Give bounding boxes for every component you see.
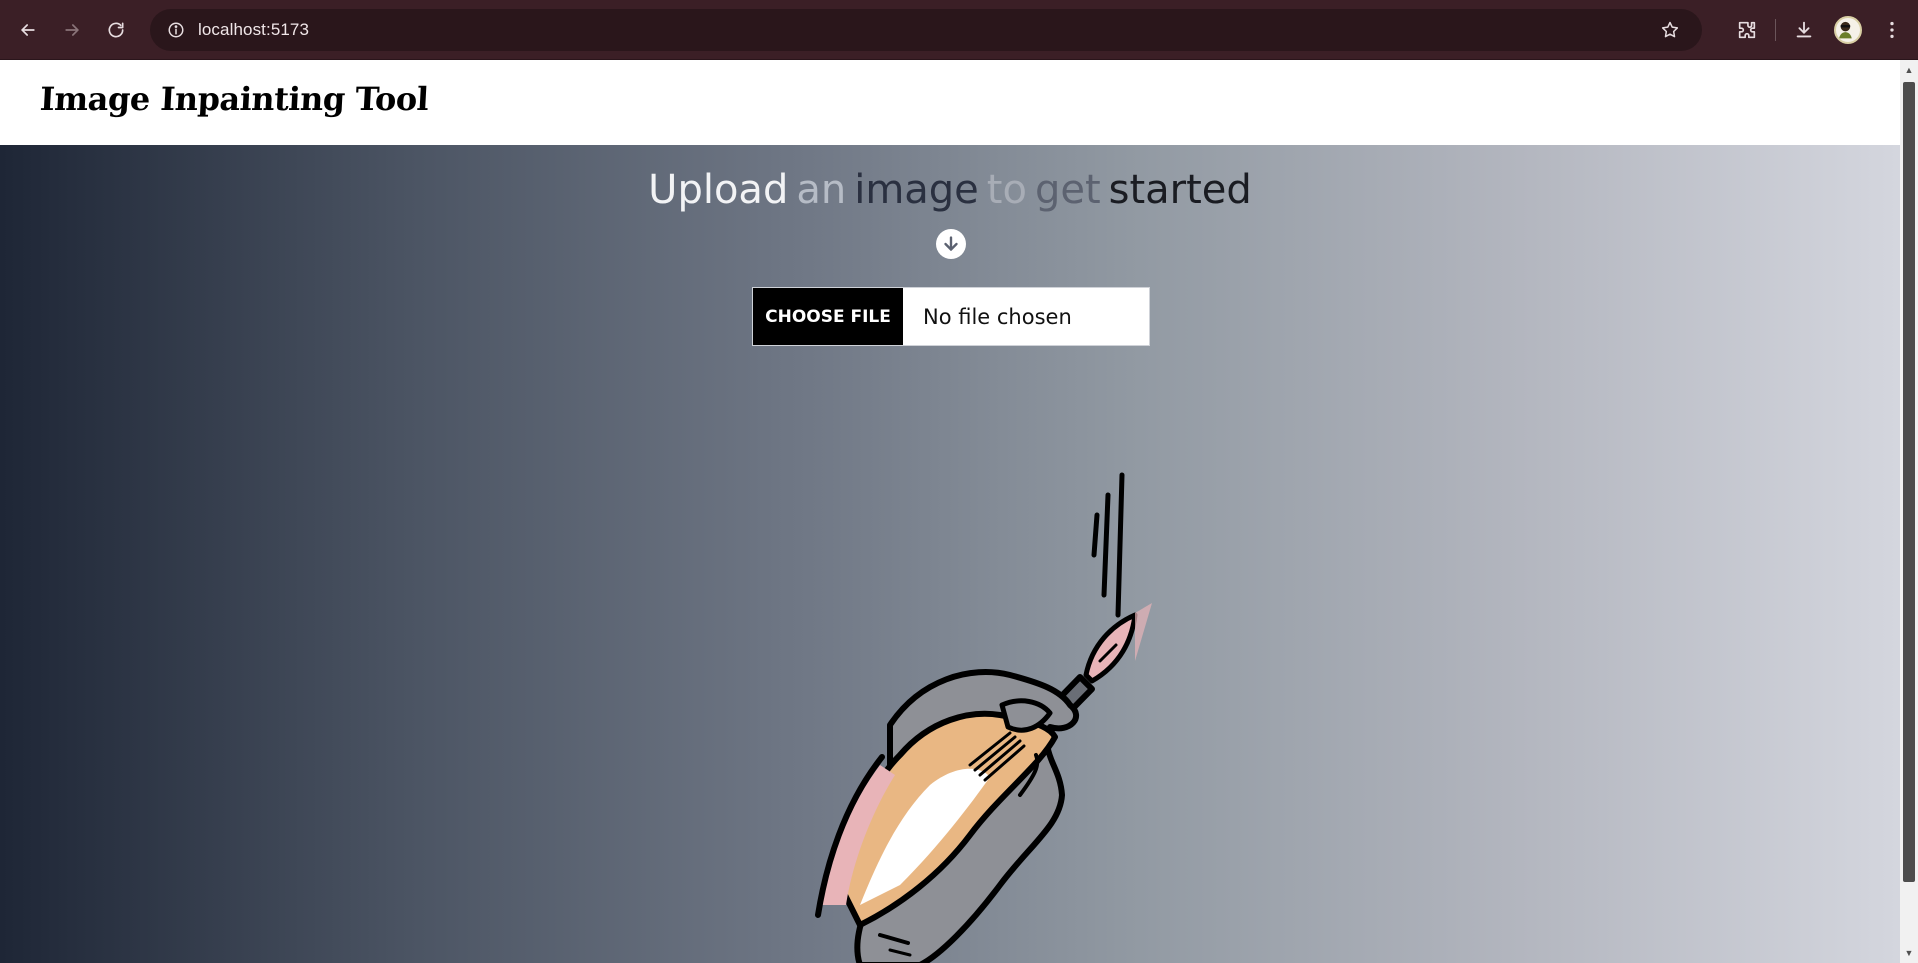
bookmark-button[interactable] bbox=[1652, 9, 1688, 51]
url-text[interactable]: localhost:5173 bbox=[198, 20, 309, 40]
heading-word: Upload bbox=[648, 167, 789, 213]
file-input[interactable]: CHOOSE FILE No file chosen bbox=[752, 287, 1150, 346]
star-icon bbox=[1661, 21, 1679, 38]
info-icon bbox=[168, 22, 184, 38]
download-icon bbox=[1796, 21, 1812, 38]
app-title: Image Inpainting Tool bbox=[39, 80, 430, 118]
profile-avatar bbox=[1834, 16, 1862, 44]
choose-file-button[interactable]: CHOOSE FILE bbox=[753, 288, 903, 345]
heading-word: image bbox=[854, 167, 979, 213]
site-info-button[interactable] bbox=[156, 10, 196, 50]
scroll-down-arrow[interactable]: ▼ bbox=[1900, 945, 1918, 961]
vertical-scrollbar[interactable]: ▲ ▼ bbox=[1900, 60, 1918, 963]
extensions-button[interactable] bbox=[1725, 8, 1769, 52]
heading-word: to bbox=[986, 167, 1027, 213]
arrow-right-icon bbox=[65, 23, 79, 36]
reload-button[interactable] bbox=[94, 8, 138, 52]
downloads-button[interactable] bbox=[1782, 8, 1826, 52]
heading-word: an bbox=[796, 167, 847, 213]
forward-button[interactable] bbox=[50, 8, 94, 52]
heading-word: started bbox=[1108, 167, 1252, 213]
profile-button[interactable] bbox=[1826, 8, 1870, 52]
extensions-icon bbox=[1738, 21, 1756, 39]
arrow-left-icon bbox=[21, 23, 35, 36]
toolbar-divider bbox=[1775, 19, 1776, 41]
file-status-text: No file chosen bbox=[923, 304, 1072, 329]
upload-heading: Upload an image to get started bbox=[0, 167, 1900, 213]
back-button[interactable] bbox=[6, 8, 50, 52]
browser-right-tools bbox=[1725, 0, 1918, 60]
address-bar[interactable]: localhost:5173 bbox=[150, 9, 1702, 51]
menu-button[interactable] bbox=[1870, 8, 1914, 52]
reload-icon bbox=[108, 22, 124, 38]
hand-painting-illustration bbox=[815, 472, 1152, 963]
app-header: Image Inpainting Tool bbox=[0, 60, 1900, 145]
arrow-down-circle-icon bbox=[936, 229, 966, 259]
hero-section: Upload an image to get started CHOOSE FILE No… bbox=[0, 145, 1900, 963]
more-vert-icon bbox=[1890, 21, 1894, 39]
scroll-up-arrow[interactable]: ▲ bbox=[1900, 62, 1918, 78]
browser-toolbar: localhost:5173 bbox=[0, 0, 1918, 60]
page-viewport: Image Inpainting Tool Upload an image to get… bbox=[0, 60, 1900, 963]
scroll-thumb[interactable] bbox=[1903, 82, 1915, 882]
heading-word: get bbox=[1034, 167, 1101, 213]
